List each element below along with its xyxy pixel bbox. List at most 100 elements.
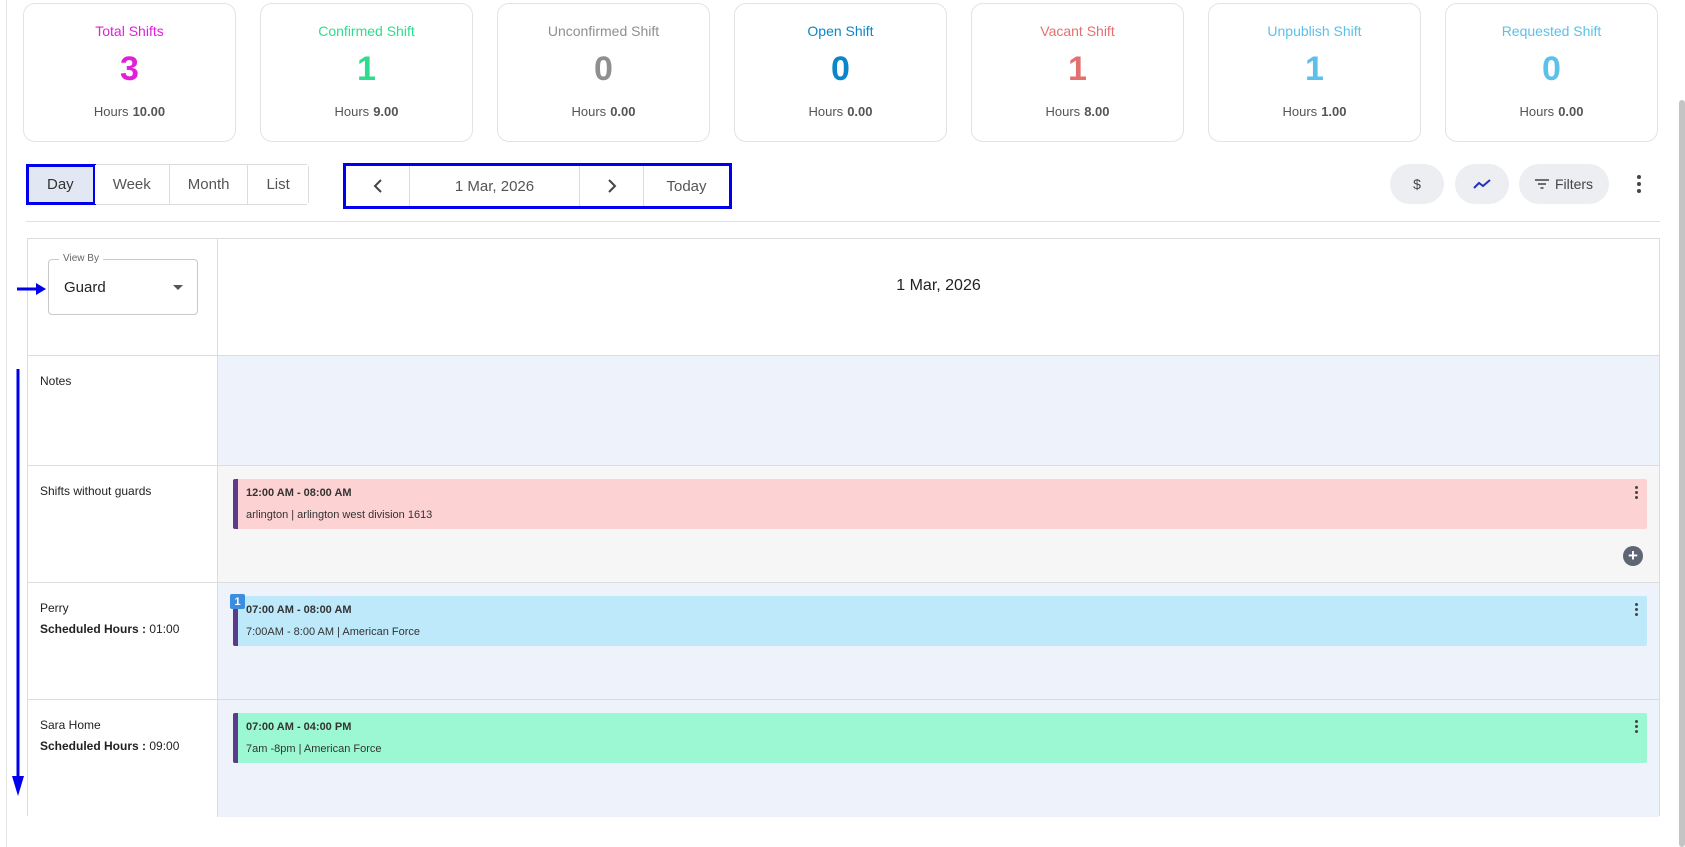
more-options-icon[interactable]	[1630, 171, 1648, 197]
unassigned-label: Shifts without guards	[28, 466, 218, 582]
tab-list[interactable]: List	[248, 165, 308, 204]
hours-value: 1.00	[1321, 104, 1347, 119]
hours-label: Hours	[334, 104, 370, 119]
card-title: Confirmed Shift	[318, 23, 415, 39]
scheduler-page: Total Shifts 3 Hours 10.00 Confirmed Shif…	[0, 0, 1685, 847]
unassigned-cell[interactable]: 12:00 AM - 08:00 AM arlington | arlingto…	[218, 466, 1659, 582]
shift-time: 07:00 AM - 08:00 AM	[246, 604, 352, 616]
guard-shift-cell[interactable]: 07:00 AM - 04:00 PM 7am -8pm | American …	[218, 700, 1659, 817]
view-by-cell: View By Guard	[28, 239, 218, 355]
guard-name: Sara Home	[40, 718, 101, 732]
card-requested-shift[interactable]: Requested Shift 0 Hours 0.00	[1445, 3, 1658, 142]
hours-label: Hours	[571, 104, 607, 119]
shift-card-vacant[interactable]: 12:00 AM - 08:00 AM arlington | arlingto…	[233, 479, 1647, 529]
hours-label: Hours	[93, 104, 129, 119]
column-date: 1 Mar, 2026	[896, 277, 981, 294]
hours-label: Hours	[1519, 104, 1555, 119]
today-button[interactable]: Today	[644, 166, 729, 206]
guard-scheduled-hours: Scheduled Hours : 01:00	[40, 622, 205, 636]
shift-description: 7am -8pm | American Force	[246, 743, 382, 755]
grid-header-row: View By Guard 1 Mar, 2026	[28, 239, 1659, 356]
add-shift-button[interactable]: +	[1623, 546, 1643, 566]
hours-value: 0.00	[1558, 104, 1584, 119]
guard-row: Perry Scheduled Hours : 01:00 1 07:00 AM…	[28, 583, 1659, 700]
scheduled-hours-label: Scheduled Hours :	[40, 739, 147, 753]
hours-value: 0.00	[847, 104, 873, 119]
card-unpublish-shift[interactable]: Unpublish Shift 1 Hours 1.00	[1208, 3, 1421, 142]
filters-button[interactable]: Filters	[1519, 164, 1609, 204]
trend-line-icon	[1473, 179, 1491, 189]
trend-button[interactable]	[1455, 164, 1509, 204]
view-tabs: Day Week Month List	[26, 164, 309, 205]
scheduled-hours-label: Scheduled Hours :	[40, 622, 147, 636]
vertical-scrollbar[interactable]	[1679, 100, 1685, 847]
card-hours: Hours 8.00	[972, 104, 1183, 119]
toolbar-divider	[26, 221, 1660, 222]
notes-cell[interactable]	[218, 356, 1659, 465]
card-open-shift[interactable]: Open Shift 0 Hours 0.00	[734, 3, 947, 142]
card-unconfirmed-shift[interactable]: Unconfirmed Shift 0 Hours 0.00	[497, 3, 710, 142]
card-hours: Hours 9.00	[261, 104, 472, 119]
current-date-button[interactable]: 1 Mar, 2026	[410, 166, 580, 206]
card-confirmed-shift[interactable]: Confirmed Shift 1 Hours 9.00	[260, 3, 473, 142]
scheduled-hours-value: 09:00	[149, 739, 180, 753]
tab-month[interactable]: Month	[169, 165, 249, 204]
card-value: 0	[831, 50, 850, 88]
unassigned-shifts-row: Shifts without guards 12:00 AM - 08:00 A…	[28, 466, 1659, 583]
card-hours: Hours 0.00	[735, 104, 946, 119]
shift-description: 7:00AM - 8:00 AM | American Force	[246, 626, 421, 638]
card-title: Unpublish Shift	[1267, 23, 1362, 39]
hours-label: Hours	[1045, 104, 1081, 119]
card-hours: Hours 1.00	[1209, 104, 1420, 119]
guard-shift-cell[interactable]: 1 07:00 AM - 08:00 AM 7:00AM - 8:00 AM |…	[218, 583, 1659, 699]
date-header-cell: 1 Mar, 2026	[218, 239, 1659, 355]
chevron-left-icon	[373, 179, 382, 193]
hours-value: 0.00	[610, 104, 636, 119]
view-by-select[interactable]: View By Guard	[48, 253, 198, 315]
scheduled-hours-value: 01:00	[149, 622, 180, 636]
card-value: 0	[594, 50, 613, 88]
card-title: Open Shift	[807, 23, 874, 39]
dollar-icon: $	[1413, 176, 1421, 192]
shift-description: arlington | arlington west division 1613	[246, 509, 433, 521]
tab-day[interactable]: Day	[26, 164, 96, 205]
card-value: 1	[1068, 50, 1087, 88]
shift-card-unpublished[interactable]: 07:00 AM - 08:00 AM 7:00AM - 8:00 AM | A…	[233, 596, 1647, 646]
hours-value: 9.00	[373, 104, 399, 119]
hours-label: Hours	[1282, 104, 1318, 119]
summary-cards: Total Shifts 3 Hours 10.00 Confirmed Shif…	[23, 3, 1658, 142]
guard-scheduled-hours: Scheduled Hours : 09:00	[40, 739, 205, 753]
card-value: 1	[1305, 50, 1324, 88]
view-by-label: View By	[59, 253, 103, 264]
guard-info: Perry Scheduled Hours : 01:00	[28, 583, 218, 699]
card-value: 3	[120, 50, 139, 88]
card-value: 0	[1542, 50, 1561, 88]
annotation-arrow-down	[12, 369, 24, 796]
pay-rates-button[interactable]: $	[1390, 164, 1444, 204]
card-hours: Hours 10.00	[24, 104, 235, 119]
notes-row: Notes	[28, 356, 1659, 466]
prev-date-button[interactable]	[346, 166, 410, 206]
guard-row: Sara Home Scheduled Hours : 09:00 07:00 …	[28, 700, 1659, 817]
card-hours: Hours 0.00	[1446, 104, 1657, 119]
guard-info: Sara Home Scheduled Hours : 09:00	[28, 700, 218, 817]
card-vacant-shift[interactable]: Vacant Shift 1 Hours 8.00	[971, 3, 1184, 142]
shift-count-badge: 1	[230, 594, 245, 609]
scheduler-grid: View By Guard 1 Mar, 2026 Notes Shifts w…	[27, 238, 1660, 817]
card-title: Vacant Shift	[1040, 23, 1115, 39]
shift-menu-icon[interactable]	[1635, 720, 1639, 733]
shift-menu-icon[interactable]	[1635, 486, 1639, 499]
card-title: Requested Shift	[1501, 23, 1602, 39]
card-title: Unconfirmed Shift	[547, 23, 660, 39]
shift-card-confirmed[interactable]: 07:00 AM - 04:00 PM 7am -8pm | American …	[233, 713, 1647, 763]
left-divider	[6, 0, 7, 847]
shift-menu-icon[interactable]	[1635, 603, 1639, 616]
card-total-shifts[interactable]: Total Shifts 3 Hours 10.00	[23, 3, 236, 142]
next-date-button[interactable]	[580, 166, 644, 206]
hours-value: 8.00	[1084, 104, 1110, 119]
caret-down-icon	[173, 285, 183, 290]
hours-label: Hours	[808, 104, 844, 119]
card-hours: Hours 0.00	[498, 104, 709, 119]
chevron-right-icon	[607, 179, 616, 193]
tab-week[interactable]: Week	[94, 165, 170, 204]
